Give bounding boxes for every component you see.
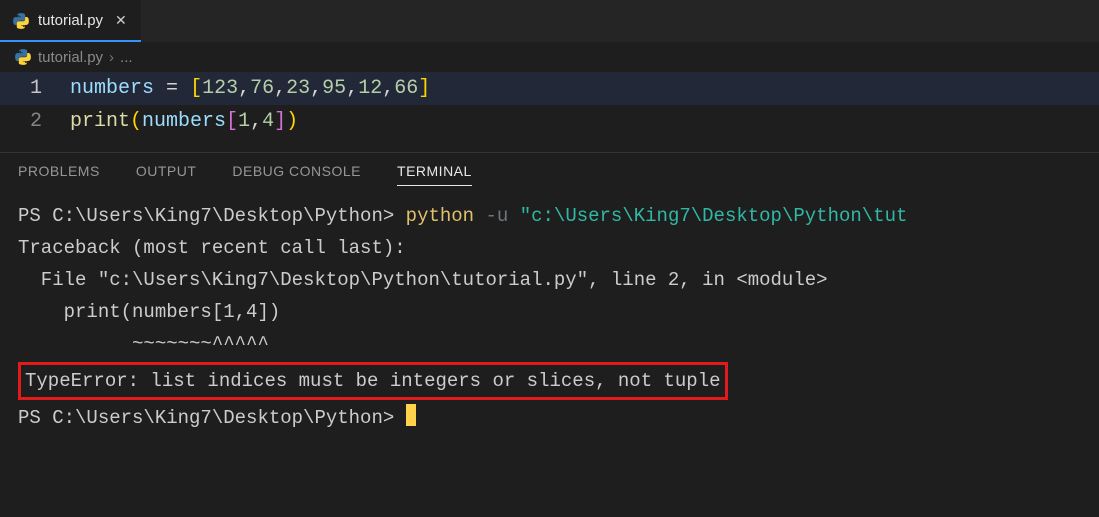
- tab-output[interactable]: OUTPUT: [136, 163, 197, 186]
- terminal-error: TypeError: list indices must be integers…: [18, 362, 728, 400]
- terminal-output: ~~~~~~~^^^^^: [18, 333, 269, 355]
- editor-tab-tutorial[interactable]: tutorial.py ✕: [0, 0, 141, 42]
- python-icon: [12, 12, 30, 30]
- chevron-right-icon: ›: [109, 49, 114, 66]
- bottom-panel: PROBLEMS OUTPUT DEBUG CONSOLE TERMINAL P…: [0, 152, 1099, 440]
- terminal-command: python: [406, 205, 474, 227]
- terminal-prompt: PS C:\Users\King7\Desktop\Python>: [18, 407, 406, 429]
- breadcrumb[interactable]: tutorial.py › ...: [0, 42, 1099, 72]
- panel-tabbar: PROBLEMS OUTPUT DEBUG CONSOLE TERMINAL: [0, 153, 1099, 194]
- terminal-output: Traceback (most recent call last):: [18, 237, 406, 259]
- line-number: 2: [0, 105, 70, 138]
- close-icon[interactable]: ✕: [115, 12, 127, 29]
- code-line: 1 numbers = [123,76,23,95,12,66]: [0, 72, 1099, 105]
- terminal-flag: -u: [486, 205, 509, 227]
- tab-problems[interactable]: PROBLEMS: [18, 163, 100, 186]
- tab-terminal[interactable]: TERMINAL: [397, 163, 472, 186]
- code-content: print(numbers[1,4]): [70, 105, 298, 138]
- breadcrumb-file: tutorial.py: [38, 49, 103, 66]
- editor-tabbar: tutorial.py ✕: [0, 0, 1099, 42]
- line-number: 1: [0, 72, 70, 105]
- terminal-output: print(numbers[1,4]): [18, 301, 280, 323]
- editor-tab-label: tutorial.py: [38, 12, 103, 29]
- terminal[interactable]: PS C:\Users\King7\Desktop\Python> python…: [0, 194, 1099, 440]
- breadcrumb-more: ...: [120, 49, 133, 66]
- code-content: numbers = [123,76,23,95,12,66]: [70, 72, 430, 105]
- python-icon: [14, 48, 32, 66]
- terminal-cursor: [406, 404, 416, 426]
- code-editor[interactable]: 1 numbers = [123,76,23,95,12,66] 2 print…: [0, 72, 1099, 138]
- terminal-arg: "c:\Users\King7\Desktop\Python\tut: [520, 205, 908, 227]
- terminal-output: File "c:\Users\King7\Desktop\Python\tuto…: [18, 269, 828, 291]
- code-line: 2 print(numbers[1,4]): [0, 105, 1099, 138]
- terminal-prompt: PS C:\Users\King7\Desktop\Python>: [18, 205, 406, 227]
- tab-debug-console[interactable]: DEBUG CONSOLE: [232, 163, 361, 186]
